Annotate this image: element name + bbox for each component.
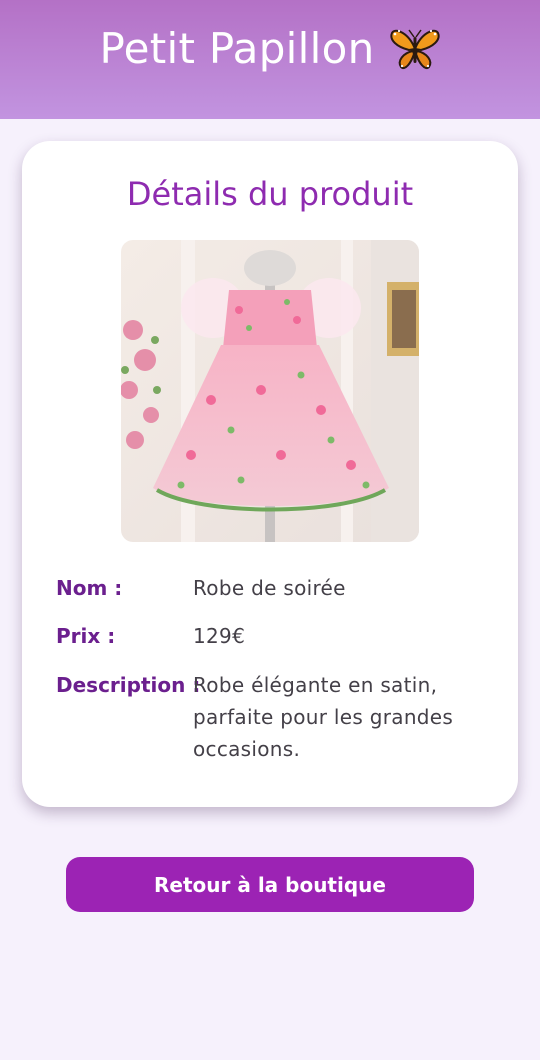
product-image bbox=[121, 240, 419, 542]
detail-row-price: Prix : 129€ bbox=[56, 620, 496, 652]
price-label: Prix : bbox=[56, 624, 116, 648]
detail-row-name: Nom : Robe de soirée bbox=[56, 572, 496, 604]
app-header: Petit Papillon bbox=[0, 0, 540, 119]
back-to-shop-button[interactable]: Retour à la boutique bbox=[66, 857, 474, 912]
description-label: Description : bbox=[56, 673, 201, 697]
butterfly-icon bbox=[389, 27, 441, 71]
section-title: Détails du produit bbox=[126, 175, 414, 213]
app-title: Petit Papillon bbox=[99, 24, 375, 73]
description-value: Robe élégante en satin, parfaite pour le… bbox=[193, 673, 454, 761]
name-value: Robe de soirée bbox=[193, 576, 346, 600]
product-card: Détails du produit Nom: Robe de soirée … bbox=[22, 141, 518, 807]
name-label: Nom : bbox=[56, 576, 123, 600]
price-value: 129€ bbox=[193, 624, 246, 648]
detail-row-description: Description : Robe élégante en satin, pa… bbox=[56, 669, 496, 765]
header-brand: Petit Papillon bbox=[100, 24, 441, 73]
